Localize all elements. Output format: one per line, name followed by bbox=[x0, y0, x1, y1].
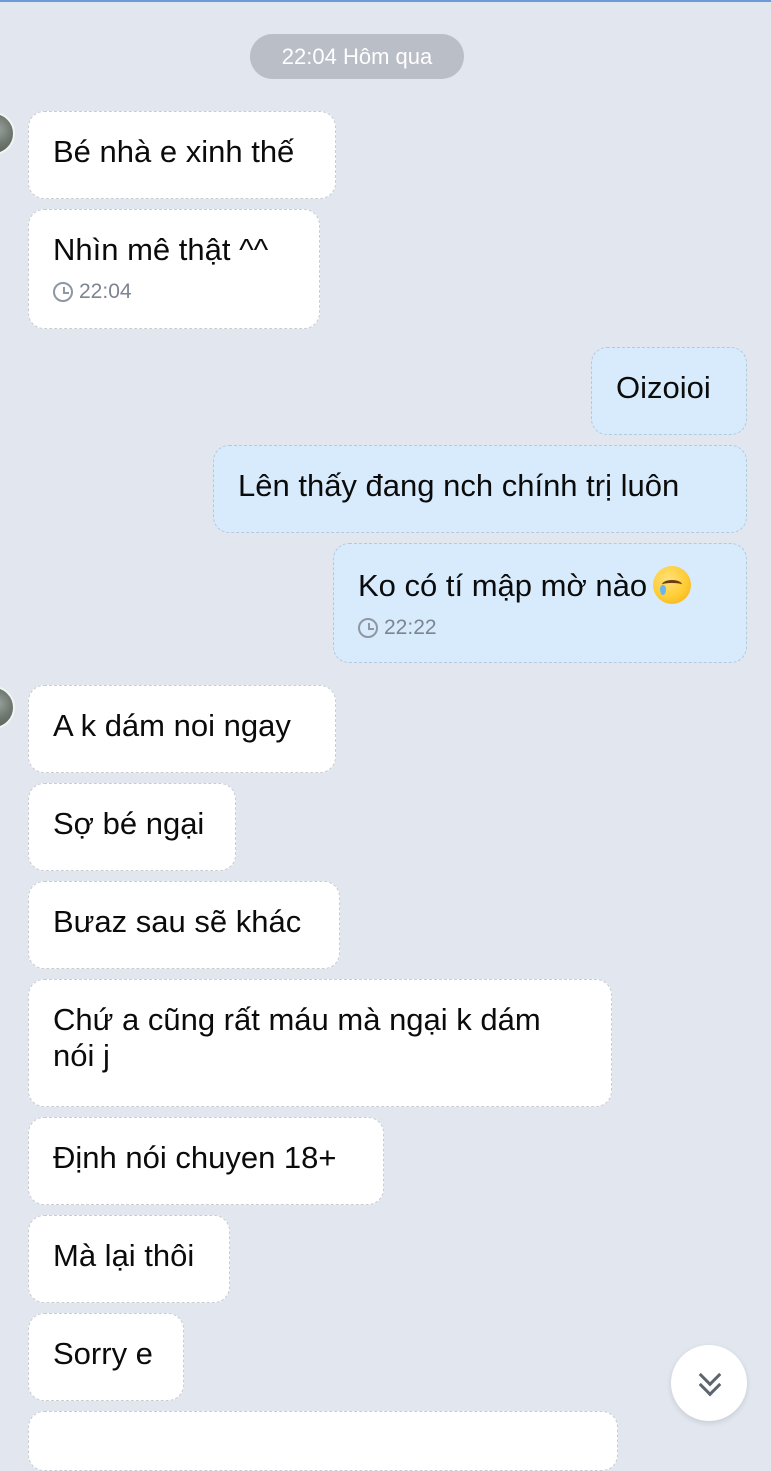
message-text: Bé nhà e xinh thế bbox=[53, 134, 295, 169]
date-separator: 22:04 Hôm qua bbox=[250, 34, 464, 79]
message-text: Sorry e bbox=[53, 1336, 153, 1371]
clock-icon bbox=[358, 618, 378, 638]
message-bubble-incoming[interactable]: Bưaz sau sẽ khác bbox=[28, 881, 340, 969]
message-timestamp: 22:04 bbox=[53, 280, 295, 304]
crying-face-emoji-icon bbox=[653, 566, 692, 604]
message-text: Chứ a cũng rất máu mà ngại k dám nói j bbox=[53, 1002, 541, 1073]
message-timestamp: 22:22 bbox=[358, 616, 722, 640]
message-text: Sợ bé ngại bbox=[53, 806, 205, 841]
message-bubble-incoming[interactable]: Bé nhà e xinh thế bbox=[28, 111, 336, 199]
message-bubble-incoming[interactable]: A k dám noi ngay bbox=[28, 685, 336, 773]
double-chevron-down-icon bbox=[696, 1363, 722, 1397]
message-text: Bưaz sau sẽ khác bbox=[53, 904, 302, 939]
contact-avatar[interactable] bbox=[0, 686, 15, 729]
message-text: A k dám noi ngay bbox=[53, 708, 291, 743]
date-separator-label: 22:04 Hôm qua bbox=[281, 43, 433, 69]
message-bubble-incoming[interactable]: Định nói chuyen 18+ bbox=[28, 1117, 384, 1205]
contact-avatar[interactable] bbox=[0, 112, 15, 155]
message-time: 22:22 bbox=[384, 616, 437, 639]
clock-icon bbox=[53, 282, 73, 302]
message-text: Lên thấy đang nch chính trị luôn bbox=[238, 468, 680, 503]
message-bubble-outgoing[interactable]: Ko có tí mập mờ nào 22:22 bbox=[333, 543, 747, 663]
message-bubble-outgoing[interactable]: Oizoioi bbox=[591, 347, 747, 435]
top-divider bbox=[0, 0, 771, 2]
message-text: Định nói chuyen 18+ bbox=[53, 1140, 337, 1175]
message-text: Ko có tí mập mờ nào bbox=[358, 568, 648, 603]
scroll-to-bottom-button[interactable] bbox=[671, 1345, 747, 1421]
message-text: Mà lại thôi bbox=[53, 1238, 195, 1273]
message-bubble-incoming[interactable] bbox=[28, 1411, 618, 1471]
message-bubble-incoming[interactable]: Sợ bé ngại bbox=[28, 783, 236, 871]
message-bubble-incoming[interactable]: Mà lại thôi bbox=[28, 1215, 230, 1303]
message-bubble-incoming[interactable]: Nhìn mê thật ^^ 22:04 bbox=[28, 209, 320, 329]
message-content: Ko có tí mập mờ nào bbox=[358, 566, 722, 604]
message-bubble-outgoing[interactable]: Lên thấy đang nch chính trị luôn bbox=[213, 445, 747, 533]
message-time: 22:04 bbox=[79, 280, 132, 303]
message-bubble-incoming[interactable]: Sorry e bbox=[28, 1313, 184, 1401]
message-text: Oizoioi bbox=[616, 370, 711, 405]
message-bubble-incoming[interactable]: Chứ a cũng rất máu mà ngại k dám nói j bbox=[28, 979, 612, 1107]
message-text: Nhìn mê thật ^^ bbox=[53, 232, 269, 267]
